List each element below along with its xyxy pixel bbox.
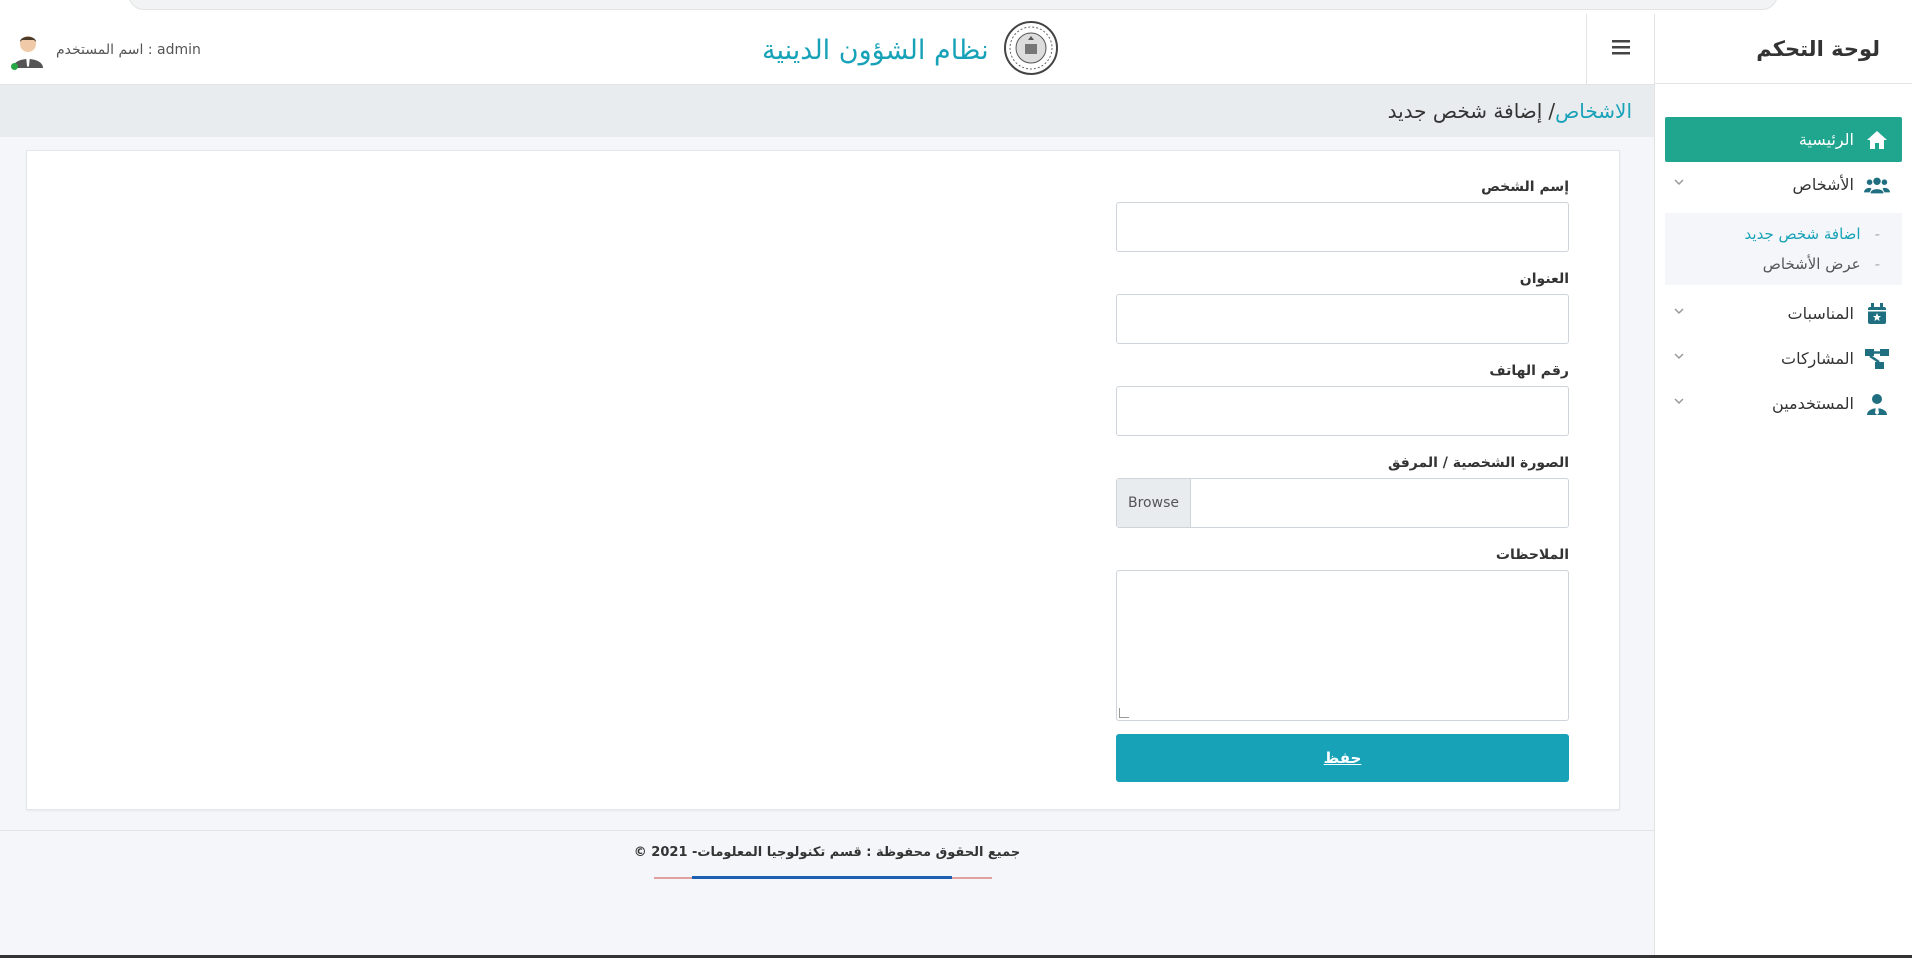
name-label: إسم الشخص (1481, 179, 1569, 195)
photo-label: الصورة الشخصية / المرفق (1387, 455, 1569, 471)
notes-label: الملاحظات (1495, 547, 1569, 563)
chevron-down-icon (1673, 395, 1689, 411)
top-navbar: نظام الشؤون الدينية اسم المستخدم : admin (0, 14, 1654, 85)
users-icon (1864, 172, 1890, 198)
site-title[interactable]: نظام الشؤون الدينية (762, 21, 1059, 75)
sidebar-item-label: المستخدمين (1772, 394, 1854, 413)
save-button[interactable]: حفظ (1116, 734, 1569, 782)
sidebar-item-events[interactable]: المناسبات (1665, 291, 1902, 336)
address-label: العنوان (1519, 271, 1569, 287)
breadcrumb-separator: / (1548, 99, 1556, 123)
photo-file-input[interactable]: Browse (1116, 478, 1569, 528)
username-label: اسم المستخدم : admin (56, 42, 201, 58)
user-tie-icon (1864, 391, 1890, 417)
address-bar[interactable] (128, 0, 1778, 10)
submenu-label: اضافة شخص جديد (1744, 225, 1861, 243)
sidebar-nav: الرئيسية الأشخاص اضافة شخص جديد - عرض ال… (1655, 84, 1912, 426)
add-person-card: إسم الشخص العنوان رقم الهاتف الصورة الشخ… (26, 150, 1620, 810)
avatar (10, 32, 46, 70)
breadcrumb-link-people[interactable]: الاشخاص (1555, 99, 1632, 123)
sidebar: لوحة التحكم الرئيسية الأشخاص اضافة شخص ج… (1654, 14, 1912, 958)
emblem-logo (1003, 20, 1059, 80)
home-icon (1864, 127, 1890, 153)
sidebar-item-home[interactable]: الرئيسية (1665, 117, 1902, 162)
submenu-item-add-person[interactable]: اضافة شخص جديد - (1665, 219, 1902, 249)
sidebar-item-label: المناسبات (1787, 304, 1854, 323)
browse-button[interactable]: Browse (1117, 479, 1191, 527)
chevron-down-icon (1673, 350, 1689, 366)
people-submenu: اضافة شخص جديد - عرض الأشخاص - (1665, 213, 1902, 285)
chevron-down-icon (1673, 176, 1689, 192)
sidebar-brand[interactable]: لوحة التحكم (1655, 14, 1912, 84)
footer-divider (654, 876, 992, 879)
sidebar-item-users[interactable]: المستخدمين (1665, 381, 1902, 426)
submenu-label: عرض الأشخاص (1762, 255, 1861, 273)
add-person-form: إسم الشخص العنوان رقم الهاتف الصورة الشخ… (1116, 179, 1569, 782)
phone-label: رقم الهاتف (1489, 363, 1569, 379)
sidebar-item-participations[interactable]: المشاركات (1665, 336, 1902, 381)
footer-divider-accent (692, 876, 952, 879)
online-status-dot (11, 63, 18, 70)
address-field[interactable] (1116, 294, 1569, 344)
name-field[interactable] (1116, 202, 1569, 252)
sidebar-item-people[interactable]: الأشخاص (1665, 162, 1902, 207)
hamburger-icon (1611, 39, 1630, 59)
notes-textarea[interactable] (1116, 570, 1569, 721)
calendar-star-icon (1864, 301, 1890, 327)
menu-toggle-button[interactable] (1586, 14, 1654, 84)
phone-field[interactable] (1116, 386, 1569, 436)
sidebar-item-label: المشاركات (1781, 349, 1854, 368)
chevron-down-icon (1673, 305, 1689, 321)
browser-strip (0, 0, 1912, 14)
user-profile[interactable]: اسم المستخدم : admin (10, 32, 201, 70)
sidebar-item-label: الأشخاص (1792, 175, 1854, 194)
sitemap-icon (1864, 346, 1890, 372)
dash-icon: - (1874, 225, 1880, 243)
resize-grip-icon[interactable] (1119, 708, 1129, 718)
sidebar-item-label: الرئيسية (1798, 130, 1854, 149)
copyright-text: © 2021 -جميع الحقوق محفوظة : قسم تكنولوج… (633, 845, 1021, 860)
breadcrumb: إضافة شخص جديد / الاشخاص (0, 85, 1654, 137)
site-title-text: نظام الشؤون الدينية (762, 34, 989, 66)
footer: © 2021 -جميع الحقوق محفوظة : قسم تكنولوج… (0, 830, 1654, 958)
dash-icon: - (1874, 255, 1880, 273)
submenu-item-view-people[interactable]: عرض الأشخاص - (1665, 249, 1902, 279)
breadcrumb-current: إضافة شخص جديد (1387, 99, 1543, 123)
